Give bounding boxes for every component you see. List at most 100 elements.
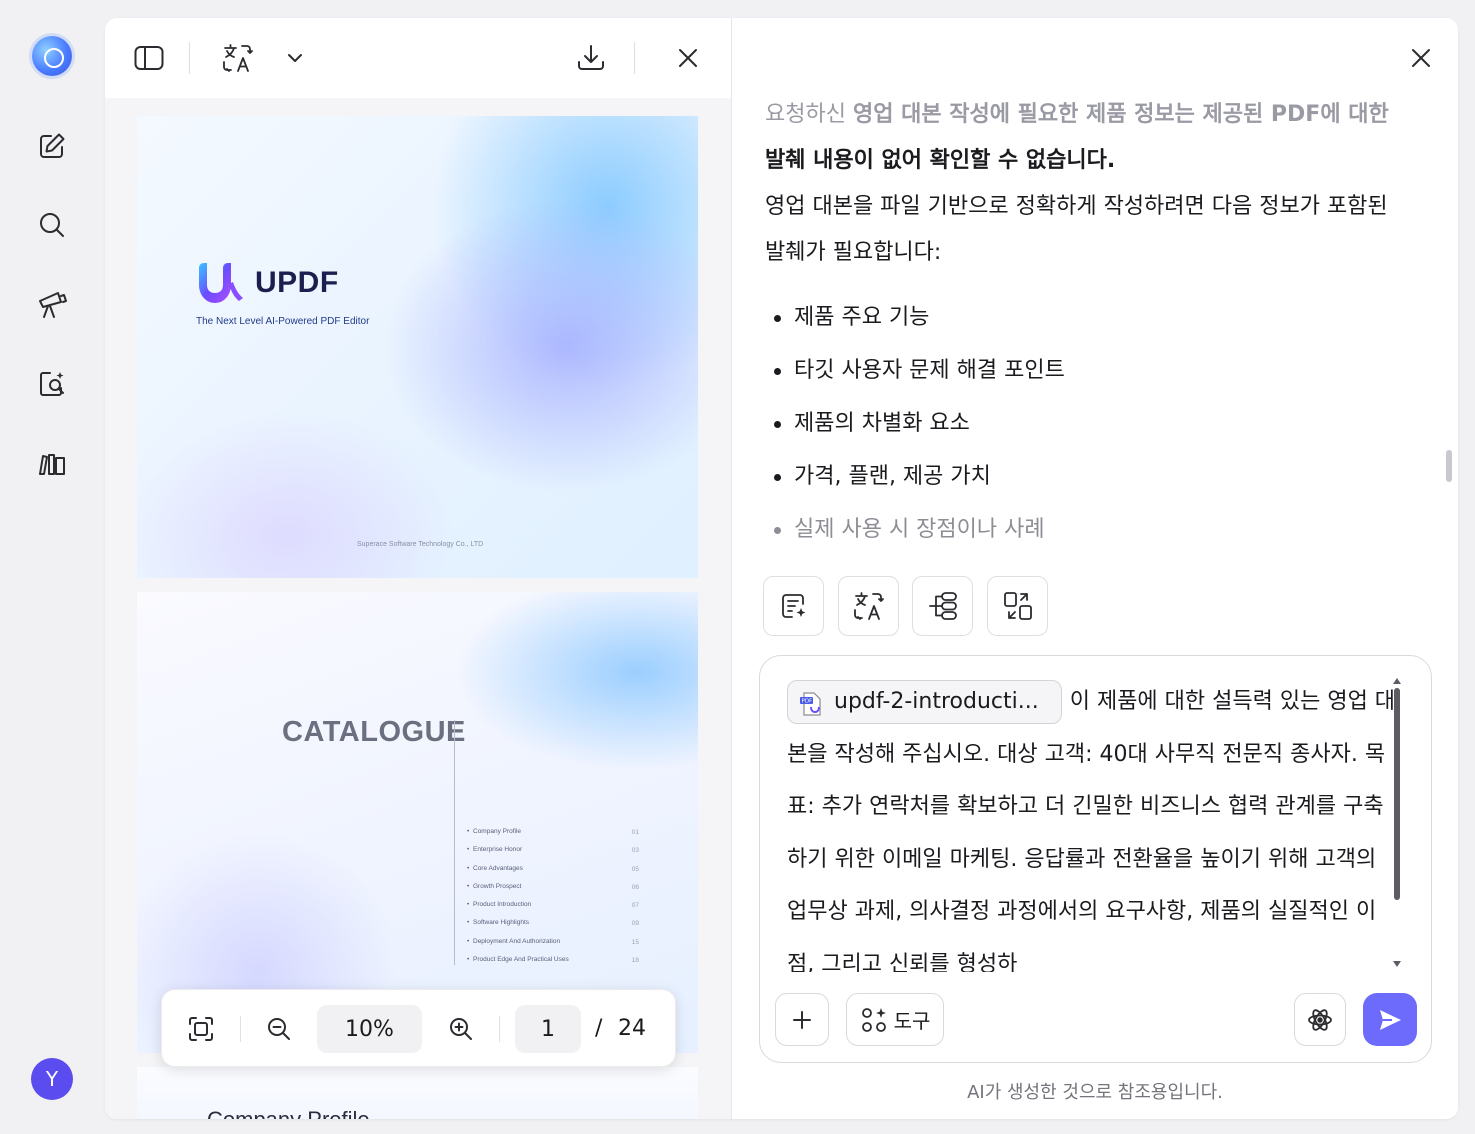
download-icon[interactable] — [571, 38, 611, 78]
present-icon[interactable] — [34, 286, 70, 322]
zoom-in-icon[interactable] — [442, 1010, 480, 1048]
response-text-bold: 발췌 내용이 없어 확인할 수 없습니다. — [765, 148, 1116, 173]
pdf-page-thumbnail[interactable]: Company Profile — [137, 1067, 698, 1119]
mindmap-icon — [928, 592, 957, 620]
toc-page: 06 — [631, 883, 639, 891]
zoom-divider — [499, 1016, 500, 1042]
list-item: 제품의 차별화 요소 — [765, 397, 1425, 450]
list-item: 제품 주요 기능 — [765, 291, 1425, 344]
send-button[interactable] — [1363, 993, 1417, 1046]
toolbar-divider — [634, 42, 635, 74]
response-text: 요청하신 — [765, 102, 853, 127]
close-icon[interactable] — [668, 38, 708, 78]
brand-tagline: The Next Level AI-Powered PDF Editor — [196, 316, 370, 327]
updf-logo-icon — [199, 263, 243, 303]
response-text-bold: 영업 대본 작성에 필요한 제품 정보는 제공된 PDF에 대한 — [852, 102, 1389, 127]
edit-icon[interactable] — [34, 128, 70, 164]
ai-model-button[interactable] — [1294, 993, 1346, 1046]
attached-file-chip[interactable]: PDF updf-2-introducti... — [787, 680, 1062, 724]
pdf-viewer: UPDF The Next Level AI-Powered PDF Edito… — [105, 18, 732, 1119]
response-bullet-list: 제품 주요 기능 타깃 사용자 문제 해결 포인트 제품의 차별화 요소 가격,… — [765, 291, 1425, 556]
summarize-button[interactable] — [763, 576, 824, 636]
page-total: 24 — [618, 1016, 646, 1041]
catalogue-title: CATALOGUE — [282, 716, 466, 748]
svg-text:PDF: PDF — [802, 699, 813, 705]
close-icon[interactable] — [1401, 38, 1441, 78]
list-item: 타깃 사용자 문제 해결 포인트 — [765, 344, 1425, 397]
translate-icon[interactable] — [218, 38, 258, 78]
add-attachment-button[interactable] — [775, 993, 829, 1046]
toc-label: Software Highlights — [473, 919, 529, 927]
composer-scrollbar[interactable] — [1394, 688, 1400, 900]
toc-item: • Enterprise Honor 03 — [467, 846, 639, 855]
toc-label: Growth Prospect — [473, 882, 522, 890]
toc-item: • Software Highlights 09 — [467, 919, 639, 928]
pdf-page-thumbnail[interactable]: UPDF The Next Level AI-Powered PDF Edito… — [137, 116, 698, 578]
toc-page: 05 — [631, 865, 639, 873]
toc-page: 01 — [631, 829, 639, 836]
convert-icon — [1003, 592, 1032, 620]
pdf-file-icon: PDF — [798, 689, 824, 716]
catalogue-divider — [454, 720, 455, 965]
message-text: 이 제품에 대한 설득력 있는 영업 대본을 작성해 주십시오. 대상 고객: … — [787, 689, 1396, 972]
tools-button[interactable]: 도구 — [846, 993, 944, 1046]
plus-icon — [793, 1010, 811, 1029]
zoom-divider — [240, 1016, 241, 1042]
toc-page: 03 — [631, 847, 639, 855]
zoom-out-icon[interactable] — [260, 1010, 298, 1048]
app-logo-icon[interactable] — [32, 36, 72, 76]
toc-item: • Deployment And Authorization 15 — [467, 937, 639, 946]
convert-button[interactable] — [987, 576, 1048, 636]
toc-label: Product Introduction — [473, 901, 532, 909]
brand-name: UPDF — [255, 266, 339, 299]
page-title: Company Profile — [207, 1107, 370, 1119]
toc-label: Deployment And Authorization — [473, 937, 561, 945]
mindmap-button[interactable] — [912, 576, 973, 636]
translate-button[interactable] — [838, 576, 899, 636]
left-rail: Y — [0, 0, 105, 1134]
search-document-icon[interactable] — [34, 366, 70, 402]
main-window: UPDF The Next Level AI-Powered PDF Edito… — [105, 18, 1458, 1119]
toolbar-divider — [189, 42, 190, 74]
toc-label: Core Advantages — [473, 864, 523, 872]
fit-page-icon[interactable] — [182, 1010, 220, 1048]
search-icon[interactable] — [34, 207, 70, 243]
chat-scrollbar[interactable] — [1446, 450, 1452, 482]
toc-item: • Product Introduction 07 — [467, 901, 639, 910]
toc-label: Product Edge And Practical Uses — [473, 956, 569, 964]
list-item: 실제 사용 시 장점이나 사례 — [765, 503, 1425, 556]
ai-response: 요청하신 영업 대본 작성에 필요한 제품 정보는 제공된 PDF에 대한 발췌… — [765, 92, 1425, 276]
sidebar-toggle-icon[interactable] — [129, 38, 169, 78]
toc-page: 18 — [631, 957, 639, 965]
table-of-contents: • Company Profile 01 • Enterprise Honor 03 •… — [467, 826, 642, 972]
ai-assistant-panel: 요청하신 영업 대본 작성에 필요한 제품 정보는 제공된 PDF에 대한 발췌… — [732, 18, 1458, 1119]
viewer-toolbar — [105, 18, 732, 98]
scroll-down-arrow[interactable] — [1393, 961, 1401, 967]
zoom-toolbar: 10% 1 / 24 — [161, 989, 676, 1067]
toc-label: Company Profile — [473, 828, 522, 835]
send-icon — [1380, 1009, 1401, 1030]
zoom-level-field[interactable]: 10% — [317, 1005, 422, 1053]
message-input[interactable]: PDF updf-2-introducti... 이 제품에 대한 설득력 있는 영… — [787, 676, 1397, 972]
chevron-down-icon[interactable] — [275, 38, 315, 78]
tools-label: 도구 — [893, 1009, 931, 1033]
library-icon[interactable] — [34, 445, 70, 481]
toc-page: 07 — [631, 902, 639, 910]
message-composer[interactable]: PDF updf-2-introducti... 이 제품에 대한 설득력 있는 영… — [759, 655, 1432, 1063]
atom-icon — [1308, 1008, 1332, 1031]
toc-item: • Company Profile 01 — [467, 828, 639, 836]
file-name: updf-2-introducti... — [834, 689, 1039, 714]
page-number-input[interactable]: 1 — [515, 1005, 581, 1053]
user-avatar[interactable]: Y — [31, 1058, 73, 1100]
ai-disclaimer: AI가 생성한 것으로 참조용입니다. — [967, 1082, 1223, 1103]
translate-icon — [853, 592, 884, 620]
pdf-page-thumbnail[interactable]: CATALOGUE • Company Profile 01 • Enterprise… — [137, 592, 698, 1053]
toc-item: • Core Advantages 05 — [467, 864, 639, 873]
company-name: Superace Software Technology Co., LTD — [357, 541, 484, 548]
list-item: 가격, 플랜, 제공 가치 — [765, 450, 1425, 503]
toc-page: 15 — [631, 938, 639, 946]
page-separator: / — [595, 1016, 603, 1041]
scroll-up-arrow[interactable] — [1393, 678, 1401, 684]
avatar-initial: Y — [45, 1067, 59, 1091]
tools-icon — [861, 1007, 886, 1032]
